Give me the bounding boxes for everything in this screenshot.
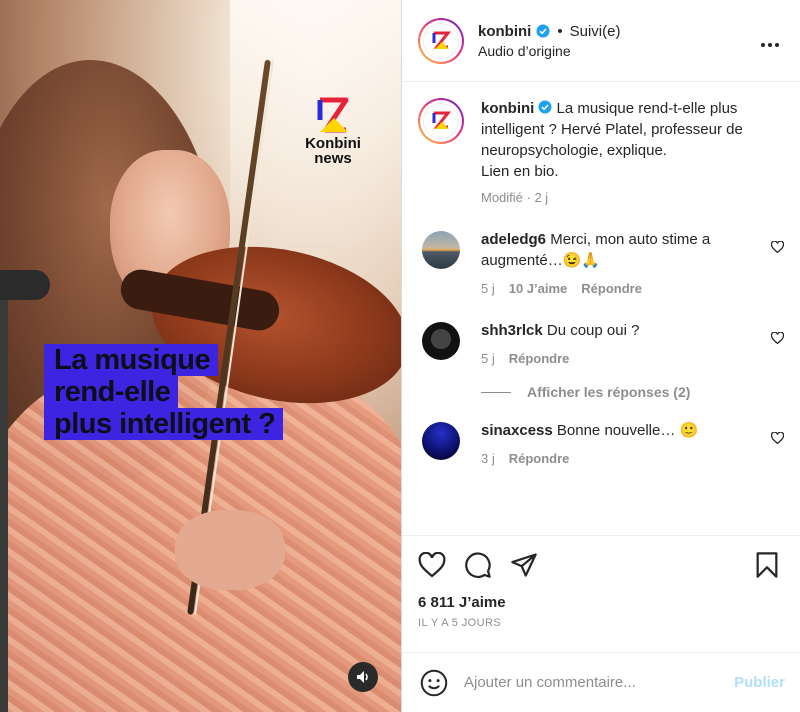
more-options-icon[interactable] [756, 28, 784, 54]
konbini-logo-icon [432, 31, 452, 49]
logo-text-konbini: Konbini [305, 135, 361, 152]
comment-username[interactable]: sinaxcess [481, 422, 553, 439]
view-replies-button[interactable]: Afficher les réponses (2) [481, 384, 784, 400]
comment-text: Du coup oui ? [542, 322, 640, 339]
comment-item: adeledg6 Merci, mon auto stime a augment… [418, 229, 784, 296]
headline-line: plus intelligent ? [44, 408, 284, 440]
comment-username[interactable]: shh3rlck [481, 322, 543, 339]
like-comment-heart-icon[interactable] [771, 432, 784, 444]
post-video[interactable]: Konbini news La musique rend-elle plus i… [0, 0, 401, 712]
header-username[interactable]: konbini [478, 23, 531, 40]
sound-toggle-button[interactable] [348, 662, 378, 692]
likes-count[interactable]: 6 811 J’aime [418, 594, 785, 611]
logo-text-news: news [314, 150, 352, 167]
comment-input[interactable] [464, 674, 735, 691]
publish-button[interactable]: Publier [734, 674, 785, 691]
reply-button[interactable]: Répondre [509, 451, 570, 466]
reply-button[interactable]: Répondre [509, 351, 570, 366]
avatar[interactable] [422, 231, 460, 269]
konbini-logo-icon [432, 111, 452, 129]
like-heart-icon[interactable] [418, 552, 446, 578]
post-caption: konbini La musique rend-t-elle plus inte… [418, 98, 784, 205]
comment-time[interactable]: 5 j [481, 281, 495, 296]
verified-icon [538, 100, 552, 114]
caption-meta: Modifié · 2 j [481, 190, 549, 205]
comments-list[interactable]: konbini La musique rend-t-elle plus inte… [402, 82, 800, 534]
post-actions: 6 811 J’aime IL Y A 5 JOURS [402, 535, 800, 629]
headline-line: rend-elle [44, 376, 179, 408]
follow-status-button[interactable]: Suivi(e) [570, 23, 621, 40]
view-replies-label: Afficher les réponses (2) [527, 384, 691, 400]
avatar[interactable] [418, 98, 464, 144]
comment-text: Bonne nouvelle… 🙂 [552, 422, 699, 439]
add-comment-bar: Publier [402, 652, 800, 712]
caption-username[interactable]: konbini [481, 100, 534, 117]
caption-link-line: Lien en bio. [481, 163, 559, 180]
post-timestamp[interactable]: IL Y A 5 JOURS [418, 617, 785, 629]
comment-likes[interactable]: 10 J’aime [509, 281, 568, 296]
avatar[interactable] [422, 322, 460, 360]
comment-time[interactable]: 3 j [481, 451, 495, 466]
emoji-icon[interactable] [420, 669, 448, 697]
post-side-panel: konbini • Suivi(e) Audio d’origine konbi… [401, 0, 800, 712]
avatar[interactable] [422, 422, 460, 460]
comment-username[interactable]: adeledg6 [481, 231, 546, 248]
avatar[interactable] [418, 17, 464, 64]
comment-item: sinaxcess Bonne nouvelle… 🙂 3 j Répondre [418, 420, 784, 466]
comment-item: shh3rlck Du coup oui ? 5 j Répondre [418, 320, 784, 366]
speaker-icon [357, 671, 368, 683]
save-bookmark-icon[interactable] [755, 551, 779, 579]
like-comment-heart-icon[interactable] [771, 332, 784, 344]
like-comment-heart-icon[interactable] [771, 241, 784, 253]
reply-button[interactable]: Répondre [581, 281, 642, 296]
verified-icon [536, 24, 550, 38]
konbini-news-logo: Konbini news [298, 96, 368, 166]
comment-bubble-icon[interactable] [464, 551, 492, 579]
share-paper-plane-icon[interactable] [510, 551, 538, 579]
headline-line: La musique [44, 344, 219, 376]
video-headline: La musique rend-elle plus intelligent ? [44, 344, 284, 440]
audio-link[interactable]: Audio d’origine [478, 43, 756, 59]
post-viewer: Konbini news La musique rend-elle plus i… [0, 0, 800, 712]
post-header: konbini • Suivi(e) Audio d’origine [402, 0, 800, 82]
comment-time[interactable]: 5 j [481, 351, 495, 366]
separator-dot: • [557, 22, 563, 40]
